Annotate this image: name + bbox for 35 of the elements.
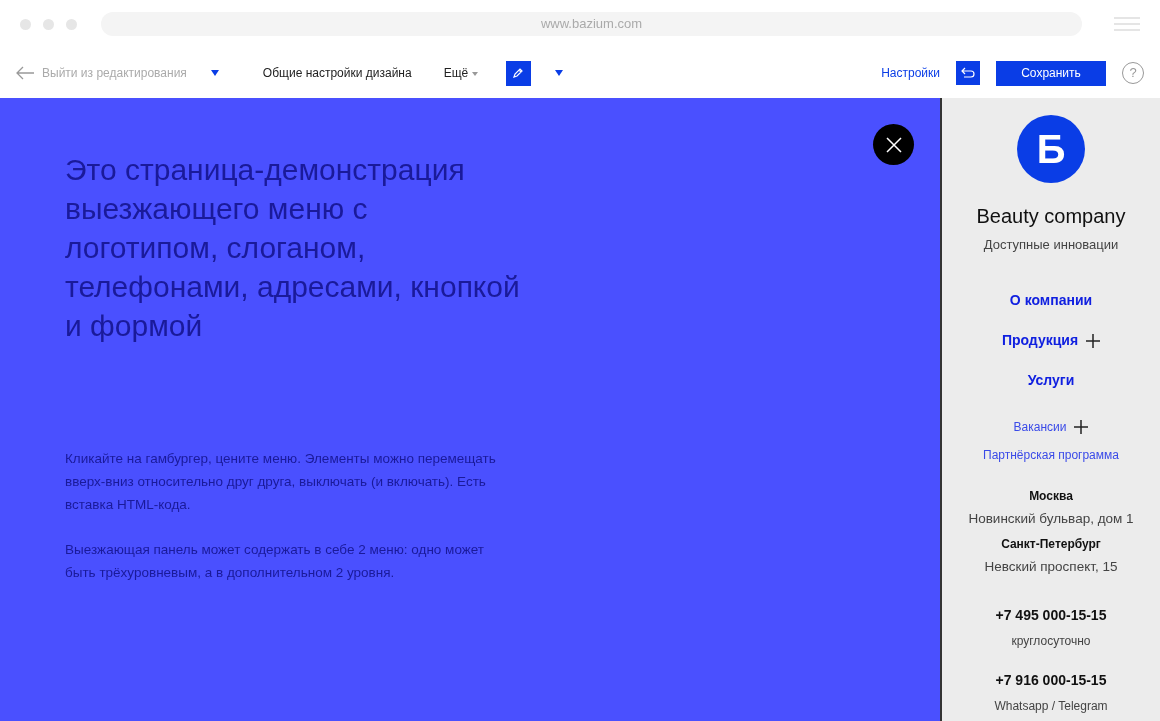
description-paragraph: Кликайте на гамбургер, цените меню. Элементы можно перемещать вверх-вниз относительно друг друга, выключать (и включать). Есть вставка HTML-кода. <box>65 450 497 514</box>
close-icon <box>885 136 902 153</box>
caret-icon[interactable] <box>210 70 219 76</box>
design-settings-link[interactable]: Общие настройки дизайна <box>262 64 412 82</box>
menu-link[interactable]: Вакансии <box>1013 417 1067 436</box>
description-paragraph: Выезжающая панель может содержать в себе 2 меню: одно может быть трёхуровневым, а в дополнительном 2 уровня. <box>65 541 486 582</box>
plus-icon[interactable] <box>1086 333 1101 348</box>
phone-note: круглосуточно <box>1011 633 1091 650</box>
menu-link[interactable]: Услуги <box>1027 370 1075 391</box>
page-heading: Это страница-демонстрация выезжающего меню с логотипом, слоганом, телефонами, адресами, кнопкой и формой <box>65 152 521 344</box>
back-arrow-icon[interactable] <box>16 66 34 80</box>
pencil-icon <box>512 67 525 79</box>
caret-icon <box>471 71 478 76</box>
address-text: Невский проспект, 15 <box>984 557 1118 576</box>
company-slogan: Доступные инновации <box>983 236 1119 254</box>
menu-link[interactable]: Продукция <box>1001 330 1079 351</box>
company-name: Beauty company <box>976 204 1126 229</box>
more-menu[interactable]: Ещё <box>443 64 478 82</box>
logo: Б <box>1017 115 1085 183</box>
city-name: Москва <box>1029 487 1073 505</box>
edit-button[interactable] <box>505 60 531 86</box>
settings-link[interactable]: Настройки <box>881 64 940 82</box>
caret-icon[interactable] <box>554 70 563 76</box>
save-button[interactable]: Сохранить <box>996 60 1106 86</box>
plus-icon[interactable] <box>1074 419 1089 434</box>
phone-number[interactable]: +7 495 000-15-15 <box>995 605 1107 626</box>
menu-link[interactable]: Партнёрская программа <box>983 445 1119 464</box>
address-text: Новинский бульвар, дом 1 <box>968 509 1134 528</box>
phone-number[interactable]: +7 916 000-15-15 <box>995 670 1107 691</box>
menu-link[interactable]: О компании <box>1009 290 1093 311</box>
close-button[interactable] <box>873 124 914 165</box>
undo-button[interactable] <box>956 61 980 85</box>
undo-icon <box>961 67 975 79</box>
city-name: Санкт-Петербург <box>1001 535 1101 553</box>
phone-note: Whatsapp / Telegram <box>994 698 1108 715</box>
